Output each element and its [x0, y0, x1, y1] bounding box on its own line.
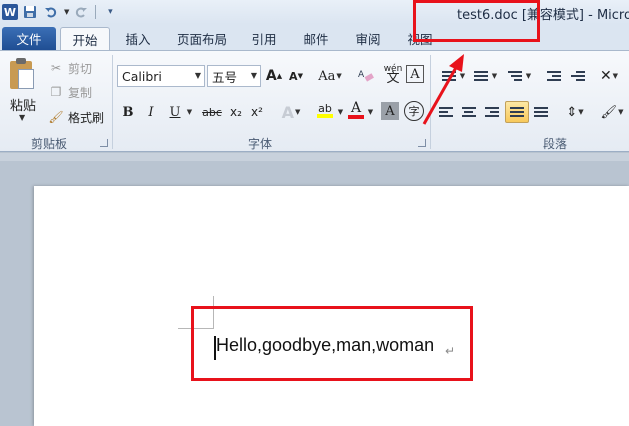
superscript-button[interactable]: x²	[248, 101, 266, 123]
change-case-button[interactable]: Aa ▼	[316, 65, 344, 87]
group-separator	[112, 55, 113, 149]
bullets-dropdown-icon[interactable]: ▼	[458, 65, 466, 87]
character-shading-button[interactable]: A	[381, 102, 399, 120]
scissors-icon: ✂	[50, 61, 62, 75]
font-color-dropdown-icon[interactable]: ▼	[366, 101, 374, 123]
clipboard-group-label: 剪贴板	[30, 137, 67, 151]
annotation-box-text	[191, 306, 473, 381]
font-size-select[interactable]: 五号 ▼	[207, 65, 261, 87]
align-right-icon[interactable]	[482, 101, 502, 123]
tab-home[interactable]: 开始	[60, 27, 110, 50]
align-center-icon[interactable]	[459, 101, 479, 123]
text-effects-button[interactable]: A ▼	[280, 101, 302, 123]
svg-text:A: A	[358, 70, 365, 80]
cut-button[interactable]: ✂ 剪切	[48, 59, 92, 77]
decrease-indent-icon[interactable]	[544, 65, 564, 87]
underline-dropdown-icon[interactable]: ▼	[184, 101, 194, 123]
pinyin-guide-button[interactable]: wén 文	[382, 63, 404, 86]
save-icon[interactable]	[21, 3, 39, 21]
font-size-value: 五号	[212, 69, 238, 85]
undo-dropdown-icon[interactable]: ▼	[64, 8, 69, 16]
numbering-dropdown-icon[interactable]: ▼	[490, 65, 498, 87]
increase-indent-icon[interactable]	[568, 65, 588, 87]
distributed-icon[interactable]	[531, 101, 551, 123]
strikethrough-button[interactable]: abc	[200, 101, 224, 123]
shrink-font-button[interactable]: A ▼	[287, 65, 305, 87]
tab-mailings[interactable]: 邮件	[296, 27, 336, 50]
chinese-layout-icon[interactable]: ✕ ▼	[598, 65, 620, 87]
chevron-down-icon: ▼	[194, 71, 201, 80]
qat-separator	[95, 5, 97, 19]
tab-insert[interactable]: 插入	[118, 27, 158, 50]
paste-icon[interactable]	[8, 57, 38, 93]
shading-icon[interactable]: 🖌 ▼	[600, 101, 624, 123]
chevron-down-icon: ▼	[250, 71, 257, 80]
bold-button[interactable]: B	[119, 101, 137, 123]
word-icon[interactable]: W	[2, 4, 18, 20]
tab-file[interactable]: 文件	[2, 27, 56, 50]
subscript-button[interactable]: x₂	[227, 101, 245, 123]
cut-label: 剪切	[68, 61, 93, 76]
underline-button[interactable]: U	[166, 101, 184, 123]
clipboard-launcher-icon[interactable]	[100, 139, 108, 147]
group-separator	[430, 55, 431, 149]
annotation-box-title	[413, 0, 540, 42]
justify-icon[interactable]	[505, 101, 529, 123]
multilevel-dropdown-icon[interactable]: ▼	[524, 65, 532, 87]
font-launcher-icon[interactable]	[418, 139, 426, 147]
paste-button[interactable]: 粘贴	[10, 95, 36, 114]
font-color-button[interactable]: A	[346, 99, 366, 121]
highlight-color-swatch	[317, 113, 333, 118]
format-painter-button[interactable]: 🖌 格式刷	[48, 108, 104, 126]
font-color-swatch	[348, 114, 364, 119]
quick-access-toolbar: W ▼ ▾	[2, 2, 119, 22]
tab-page-layout[interactable]: 页面布局	[170, 27, 234, 50]
grow-font-button[interactable]: A ▲	[265, 65, 283, 87]
highlight-dropdown-icon[interactable]: ▼	[336, 101, 344, 123]
format-painter-label: 格式刷	[68, 110, 105, 125]
line-spacing-icon[interactable]: ⇕ ▼	[562, 101, 588, 123]
font-family-select[interactable]: Calibri ▼	[117, 65, 205, 87]
ruler	[0, 153, 629, 161]
character-border-button[interactable]: A	[406, 65, 424, 83]
clear-format-icon[interactable]: A	[356, 65, 376, 87]
copy-label: 复制	[68, 85, 93, 100]
ribbon: 粘贴 ▼ ✂ 剪切 ❐ 复制 🖌 格式刷 剪贴板 Calibri ▼ 五号 ▼ …	[0, 50, 629, 152]
font-family-value: Calibri	[122, 68, 162, 84]
italic-button[interactable]: I	[142, 101, 160, 123]
paste-dropdown-icon[interactable]: ▼	[19, 113, 25, 122]
customize-icon[interactable]: ▾	[101, 3, 119, 21]
align-left-icon[interactable]	[436, 101, 456, 123]
paragraph-group-label: 段落	[542, 137, 567, 151]
tab-review[interactable]: 审阅	[348, 27, 388, 50]
redo-icon[interactable]	[72, 3, 90, 21]
enclose-characters-button[interactable]: 字	[404, 101, 424, 121]
paintbrush-icon: 🖌	[48, 110, 64, 124]
tab-references[interactable]: 引用	[244, 27, 284, 50]
multilevel-list-icon[interactable]	[504, 65, 526, 87]
undo-icon[interactable]	[42, 3, 60, 21]
bullets-icon[interactable]	[438, 65, 460, 87]
copy-icon: ❐	[50, 85, 62, 99]
copy-button[interactable]: ❐ 复制	[48, 83, 92, 101]
font-group-label: 字体	[247, 137, 272, 151]
numbering-icon[interactable]	[470, 65, 492, 87]
